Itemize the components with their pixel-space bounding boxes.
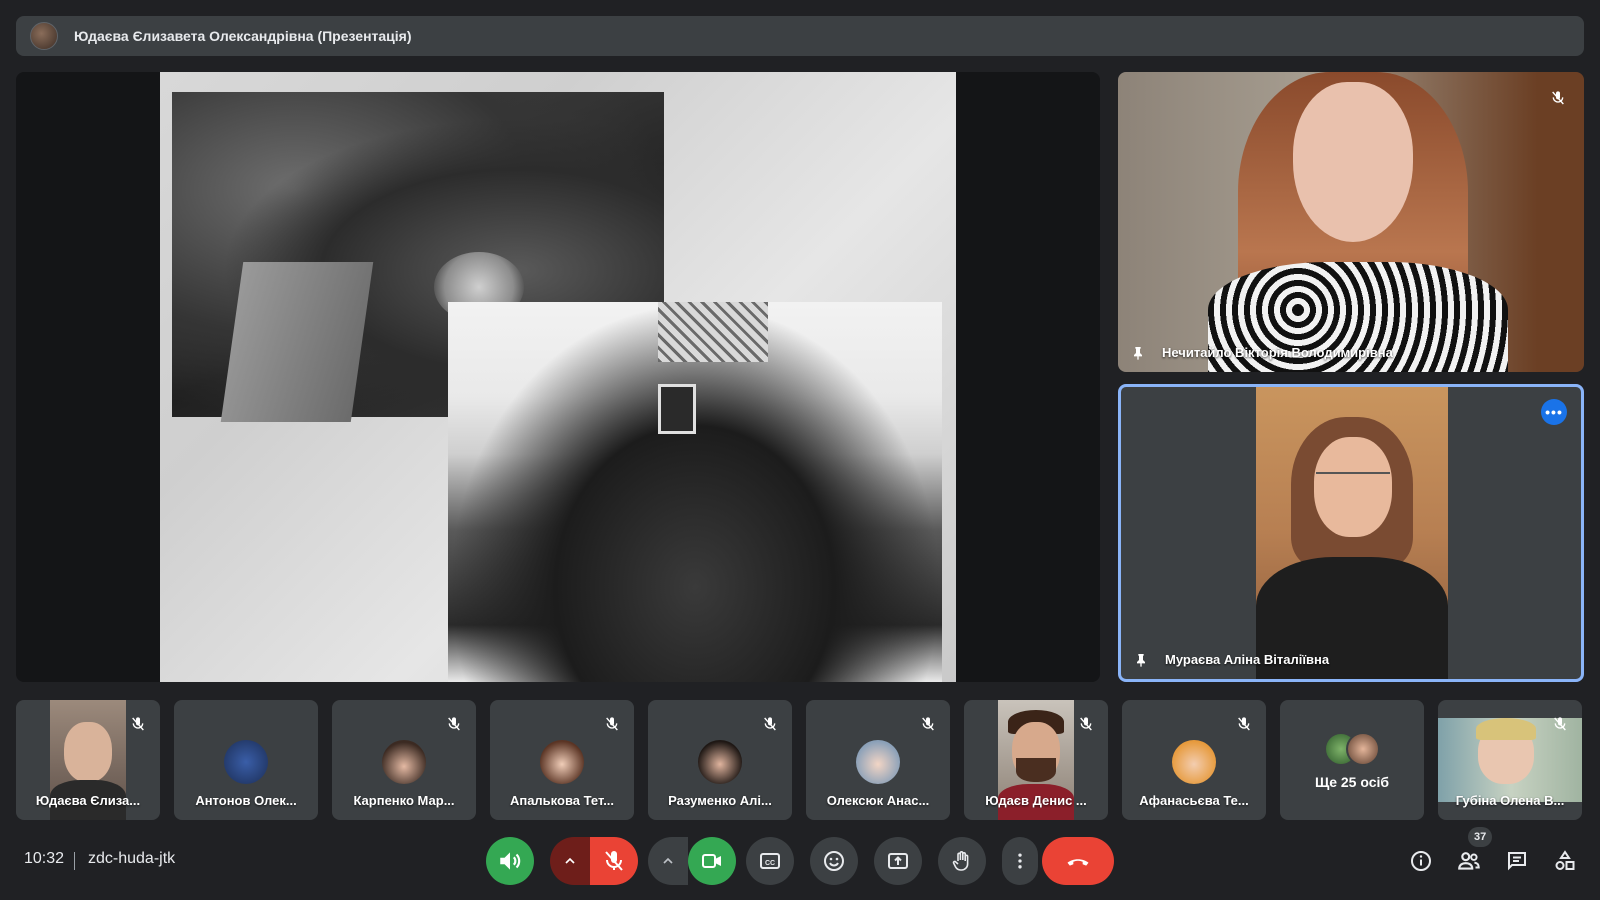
meeting-code: zdc-huda-jtk [88, 850, 176, 867]
captions-icon: CC [760, 853, 780, 869]
more-participants-label: Ще 25 осіб [1314, 774, 1390, 790]
participant-thumb-6[interactable]: Олексюк Анас... [806, 700, 950, 820]
participant-thumb-5[interactable]: Разуменко Алі... [648, 700, 792, 820]
more-vert-icon [1018, 853, 1022, 869]
audio-options-button[interactable] [550, 837, 590, 885]
present-screen-icon [888, 853, 908, 869]
more-options-button[interactable]: ••• [1541, 399, 1567, 425]
presentation-slide [160, 72, 956, 682]
svg-text:CC: CC [765, 860, 775, 867]
pin-icon[interactable] [1133, 651, 1149, 669]
chevron-up-icon [663, 857, 673, 864]
participant-name: Афанасьєва Те... [1139, 793, 1249, 808]
participant-name: Апалькова Тет... [509, 793, 615, 808]
speaker-button[interactable] [486, 837, 534, 885]
camera-toggle-button[interactable] [688, 837, 736, 885]
captions-button[interactable]: CC [746, 837, 794, 885]
participant-name: Карпенко Мар... [353, 793, 455, 808]
chat-icon [1508, 852, 1526, 871]
clock: 10:32 [24, 850, 65, 867]
participant-name: Губіна Олена В... [1455, 793, 1565, 808]
participant-thumb-7[interactable]: Юдаєв Денис ... [964, 700, 1108, 820]
presenter-avatar [30, 22, 58, 50]
video-options-button[interactable] [648, 837, 688, 885]
participant-name: Антонов Олек... [195, 793, 297, 808]
microphone-toggle-button[interactable] [590, 837, 638, 885]
avatar-stack [1324, 732, 1384, 766]
mic-off-icon [922, 717, 934, 731]
people-button[interactable] [1456, 848, 1482, 874]
presenter-bar: Юдаєва Єлизавета Олександрівна (Презента… [16, 16, 1584, 56]
pin-icon[interactable] [1130, 344, 1146, 362]
activities-button[interactable] [1552, 848, 1578, 874]
mic-off-icon [1554, 717, 1566, 731]
presentation-stage[interactable] [16, 72, 1100, 682]
avatar [382, 740, 426, 784]
participant-name: Олексюк Анас... [826, 793, 930, 808]
participant-thumb-1[interactable]: Юдаєва Єлиза... [16, 700, 160, 820]
camera-icon [702, 854, 721, 868]
emoji-icon [824, 851, 844, 871]
raise-hand-icon [952, 851, 969, 871]
activities-icon [1555, 850, 1575, 870]
participant-thumb-2[interactable]: Антонов Олек... [174, 700, 318, 820]
divider [74, 852, 75, 870]
people-icon [1458, 852, 1480, 870]
participant-name: Мураєва Аліна Віталіївна [1165, 652, 1330, 667]
mic-off-icon [1238, 717, 1250, 731]
meeting-details-button[interactable] [1408, 848, 1434, 874]
speaker-icon [500, 852, 521, 870]
avatar [540, 740, 584, 784]
participant-thumb-3[interactable]: Карпенко Мар... [332, 700, 476, 820]
avatar [856, 740, 900, 784]
participant-count-badge: 37 [1468, 827, 1493, 847]
mic-off-icon [764, 717, 776, 731]
mic-off-icon [132, 717, 144, 731]
mic-off-icon [1080, 717, 1092, 731]
mic-off-icon [605, 851, 623, 871]
participant-name: Разуменко Алі... [668, 793, 772, 808]
leave-call-button[interactable] [1042, 837, 1114, 885]
info-icon [1411, 851, 1431, 871]
avatar [1172, 740, 1216, 784]
end-call-icon [1067, 859, 1089, 866]
mic-off-icon [606, 717, 618, 731]
reactions-button[interactable] [810, 837, 858, 885]
participant-name: Нечитайло Вікторія Володимирівна [1162, 345, 1393, 360]
presenter-title: Юдаєва Єлизавета Олександрівна (Презента… [74, 28, 412, 44]
participant-tile-2[interactable]: ••• Мураєва Аліна Віталіївна [1118, 384, 1584, 682]
more-participants-tile[interactable]: Ще 25 осіб [1280, 700, 1424, 820]
avatar [698, 740, 742, 784]
participant-thumb-4[interactable]: Апалькова Тет... [490, 700, 634, 820]
meeting-controls-bar: 10:32 zdc-huda-jtk CC 37 [0, 827, 1600, 900]
avatar [224, 740, 268, 784]
more-options-button[interactable] [1002, 837, 1038, 885]
chat-button[interactable] [1504, 848, 1530, 874]
participant-thumb-10[interactable]: Губіна Олена В... [1438, 700, 1582, 820]
participant-name: Юдаєва Єлиза... [35, 793, 141, 808]
slide-photo-2 [448, 302, 942, 682]
participant-tile-1[interactable]: Нечитайло Вікторія Володимирівна [1118, 72, 1584, 372]
mic-off-icon [1552, 91, 1564, 105]
participant-name: Юдаєв Денис ... [985, 793, 1087, 808]
participant-thumb-8[interactable]: Афанасьєва Те... [1122, 700, 1266, 820]
raise-hand-button[interactable] [938, 837, 986, 885]
chevron-up-icon [565, 857, 575, 864]
present-now-button[interactable] [874, 837, 922, 885]
mic-off-icon [448, 717, 460, 731]
